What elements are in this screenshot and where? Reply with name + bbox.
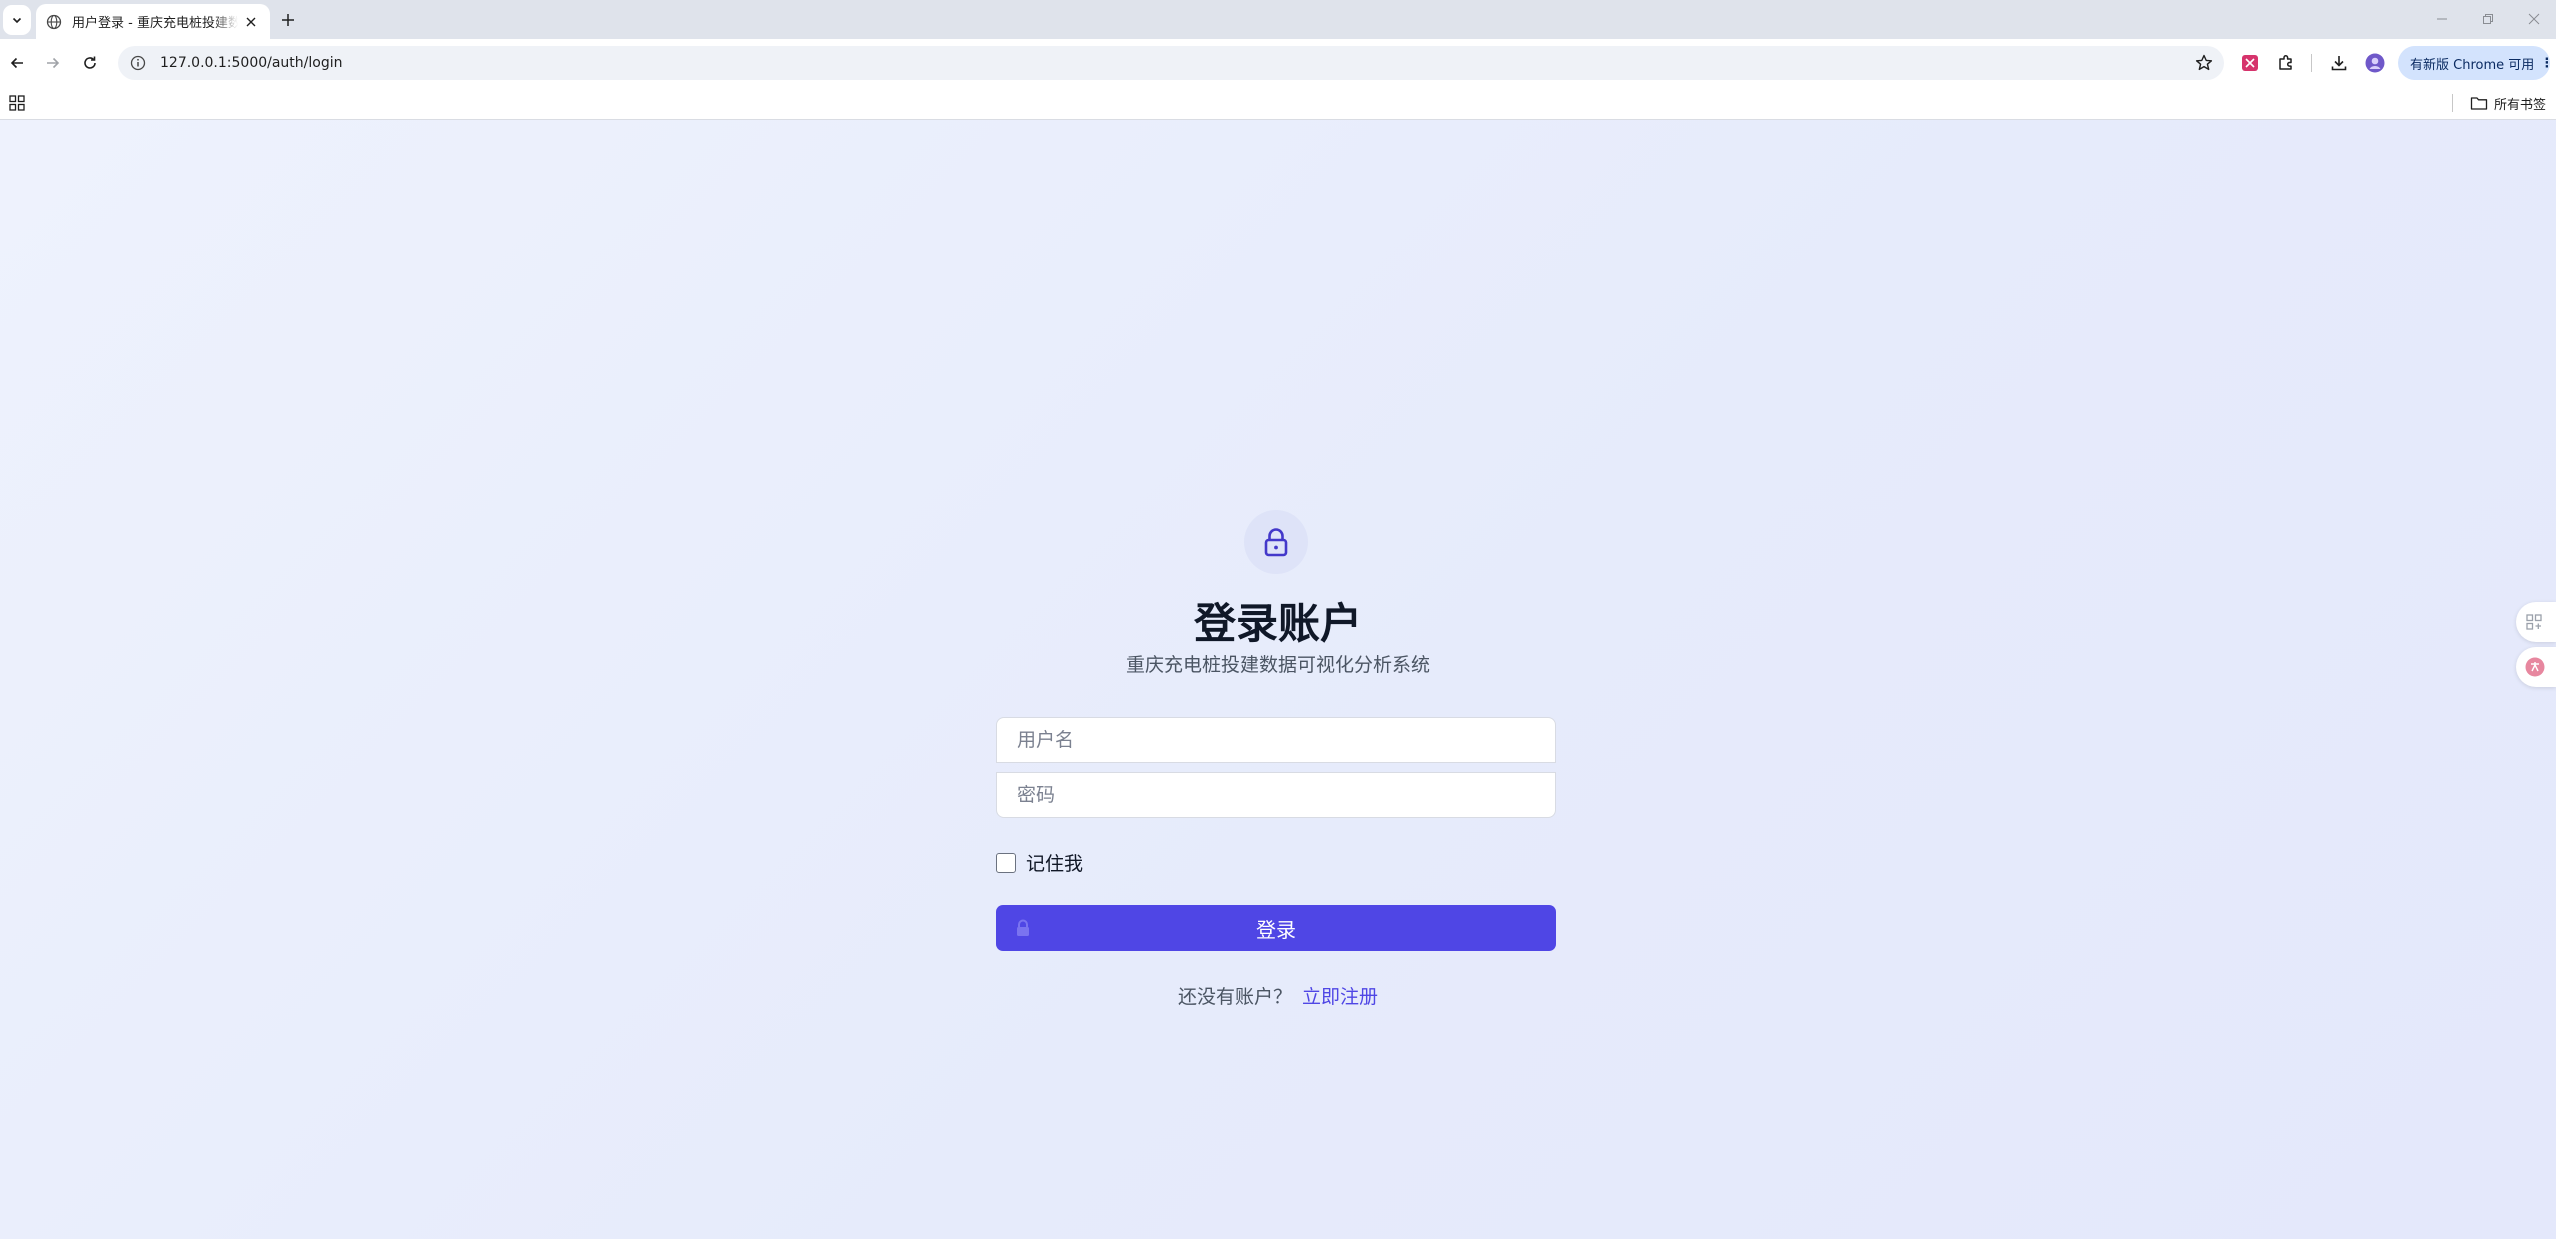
register-prompt-text: 还没有账户？ bbox=[1177, 986, 1292, 1008]
all-bookmarks-label: 所有书签 bbox=[2494, 97, 2547, 113]
tab-close-button[interactable] bbox=[242, 13, 260, 31]
remember-me-label: 记住我 bbox=[1026, 853, 1084, 875]
lock-icon bbox=[1264, 528, 1288, 557]
tab-search-button[interactable] bbox=[3, 5, 31, 35]
close-icon bbox=[246, 17, 256, 26]
lock-badge bbox=[1244, 510, 1308, 574]
globe-icon bbox=[46, 14, 62, 29]
download-icon[interactable] bbox=[2326, 50, 2352, 76]
minimize-icon bbox=[2437, 18, 2447, 20]
password-input[interactable] bbox=[996, 772, 1556, 818]
profile-avatar[interactable] bbox=[2362, 50, 2388, 76]
remember-me-checkbox[interactable] bbox=[996, 852, 1016, 873]
login-page: 登录账户 重庆充电桩投建数据可视化分析系统 记住我 登录 还没有账户？ 立即注册 bbox=[0, 120, 2556, 1239]
browser-tab-active[interactable]: 用户登录 - 重庆充电桩投建数据可视化分析系统 bbox=[36, 4, 270, 39]
folder-icon bbox=[2470, 97, 2488, 110]
arrow-right-icon bbox=[47, 57, 60, 69]
all-bookmarks-button[interactable]: 所有书签 bbox=[2470, 92, 2546, 114]
bookmarks-divider bbox=[2452, 94, 2453, 112]
username-input[interactable] bbox=[996, 717, 1556, 763]
browser-toolbar: 127.0.0.1:5000/auth/login 有新版 Chrome 可用 … bbox=[0, 39, 2556, 86]
back-button[interactable] bbox=[3, 49, 31, 77]
new-tab-button[interactable] bbox=[276, 8, 300, 32]
minimize-button[interactable] bbox=[2422, 6, 2462, 32]
chevron-down-icon bbox=[12, 17, 22, 24]
reload-icon bbox=[84, 56, 96, 69]
arrow-left-icon bbox=[10, 57, 23, 69]
close-icon bbox=[2528, 13, 2540, 25]
grid-scan-icon bbox=[2526, 614, 2542, 630]
side-tool-translate[interactable] bbox=[2516, 647, 2556, 687]
page-title: 登录账户 bbox=[1193, 599, 1362, 648]
side-tool-scan[interactable] bbox=[2516, 602, 2556, 642]
chrome-update-button[interactable]: 有新版 Chrome 可用 ⋮ bbox=[2398, 46, 2554, 80]
address-bar[interactable]: 127.0.0.1:5000/auth/login bbox=[118, 46, 2224, 80]
extension-translate-icon[interactable] bbox=[2237, 50, 2263, 76]
reload-button[interactable] bbox=[76, 49, 104, 77]
tab-strip: 用户登录 - 重庆充电桩投建数据可视化分析系统 bbox=[0, 0, 2556, 39]
restore-button[interactable] bbox=[2468, 6, 2508, 32]
more-vertical-icon: ⋮ bbox=[2540, 55, 2554, 71]
apps-grid-icon[interactable] bbox=[8, 94, 26, 112]
tab-title: 用户登录 - 重庆充电桩投建数据可视化分析系统 bbox=[72, 16, 238, 31]
forward-button[interactable] bbox=[39, 49, 67, 77]
bookmark-star-icon[interactable] bbox=[2194, 53, 2214, 73]
toolbar-divider bbox=[2311, 54, 2312, 72]
url-text: 127.0.0.1:5000/auth/login bbox=[160, 55, 343, 71]
page-subtitle: 重庆充电桩投建数据可视化分析系统 bbox=[1125, 654, 1430, 676]
login-button[interactable]: 登录 bbox=[996, 905, 1556, 951]
translate-icon bbox=[2525, 657, 2545, 677]
register-link[interactable]: 立即注册 bbox=[1302, 986, 1378, 1008]
bookmarks-bar: 所有书签 bbox=[0, 86, 2556, 120]
close-window-button[interactable] bbox=[2514, 6, 2554, 32]
lock-icon bbox=[1017, 919, 1029, 936]
extensions-puzzle-icon[interactable] bbox=[2273, 50, 2299, 76]
login-button-label: 登录 bbox=[1256, 917, 1296, 942]
restore-icon bbox=[2483, 14, 2493, 24]
plus-icon bbox=[282, 14, 294, 26]
register-prompt: 还没有账户？ 立即注册 bbox=[0, 982, 2556, 1009]
remember-me[interactable]: 记住我 bbox=[996, 849, 1083, 876]
site-info-icon[interactable] bbox=[128, 53, 148, 73]
update-label: 有新版 Chrome 可用 bbox=[2410, 57, 2535, 73]
